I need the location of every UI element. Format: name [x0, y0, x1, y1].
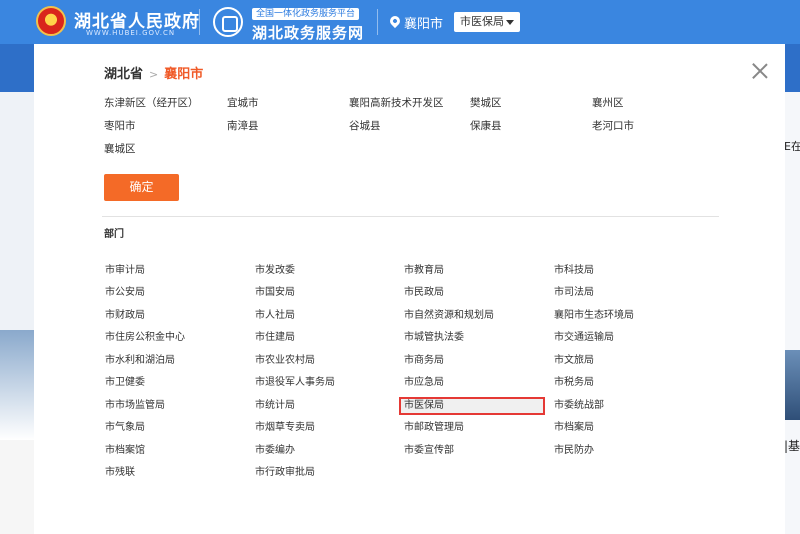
department-item[interactable]: 市公安局 — [102, 284, 145, 302]
department-item[interactable]: 市国安局 — [252, 284, 295, 302]
district-item[interactable]: 保康县 — [470, 118, 502, 133]
gov-service-logo-icon — [213, 7, 243, 37]
department-item[interactable]: 市司法局 — [551, 284, 594, 302]
department-item[interactable]: 市文旅局 — [551, 352, 594, 370]
department-item[interactable]: 市科技局 — [551, 262, 594, 280]
department-item[interactable]: 市残联 — [102, 464, 135, 482]
department-select-value: 市医保局 — [460, 15, 504, 28]
header-divider — [377, 9, 378, 35]
location-pin-icon — [387, 13, 403, 29]
district-item[interactable]: 东津新区（经开区） — [104, 95, 199, 110]
district-item[interactable]: 南漳县 — [227, 118, 259, 133]
district-item[interactable]: 宜城市 — [227, 95, 259, 110]
caret-down-icon — [506, 20, 514, 25]
department-item[interactable]: 市农业农村局 — [252, 352, 315, 370]
department-item[interactable]: 市人社局 — [252, 307, 295, 325]
department-item[interactable]: 市住房公积金中心 — [102, 329, 185, 347]
department-item[interactable]: 市教育局 — [401, 262, 444, 280]
department-item[interactable]: 市水利和湖泊局 — [102, 352, 175, 370]
platform-tag: 全国一体化政务服务平台 — [252, 8, 360, 20]
breadcrumb-separator: > — [149, 68, 159, 81]
background-text: E在 — [784, 140, 800, 153]
department-heading: 部门 — [104, 229, 124, 240]
confirm-button[interactable]: 确定 — [104, 174, 179, 201]
platform-name[interactable]: 湖北政务服务网 — [252, 22, 364, 43]
header-divider — [199, 9, 200, 35]
department-item[interactable]: 市财政局 — [102, 307, 145, 325]
department-item[interactable]: 市委统战部 — [551, 397, 604, 415]
department-item[interactable]: 市交通运输局 — [551, 329, 614, 347]
department-item[interactable]: 市档案馆 — [102, 442, 145, 460]
location-city[interactable]: 襄阳市 — [404, 13, 443, 32]
district-item[interactable]: 襄阳高新技术开发区 — [349, 95, 444, 110]
district-item[interactable]: 枣阳市 — [104, 118, 136, 133]
background-left-image — [0, 330, 34, 440]
breadcrumb: 湖北省 > 襄阳市 — [104, 63, 203, 82]
department-item[interactable]: 市委编办 — [252, 442, 295, 460]
department-item[interactable]: 市民政局 — [401, 284, 444, 302]
department-item[interactable]: 市行政审批局 — [252, 464, 315, 482]
department-item[interactable]: 市税务局 — [551, 374, 594, 392]
close-icon[interactable] — [751, 62, 769, 80]
department-item[interactable]: 市自然资源和规划局 — [401, 307, 494, 325]
department-item-selected[interactable]: 市医保局 — [399, 397, 545, 415]
department-item[interactable]: 市退役军人事务局 — [252, 374, 335, 392]
district-item[interactable]: 老河口市 — [592, 118, 634, 133]
department-item[interactable]: 市统计局 — [252, 397, 295, 415]
department-item[interactable]: 市民防办 — [551, 442, 594, 460]
district-item[interactable]: 樊城区 — [470, 95, 502, 110]
district-item[interactable]: 谷城县 — [349, 118, 381, 133]
department-item[interactable]: 市市场监管局 — [102, 397, 165, 415]
department-item[interactable]: 市卫健委 — [102, 374, 145, 392]
top-header: 湖北省人民政府 WWW.HUBEI.GOV.CN 全国一体化政务服务平台 湖北政… — [0, 0, 800, 44]
section-divider — [102, 216, 719, 217]
background-text: |基 — [784, 439, 800, 453]
department-item[interactable]: 市商务局 — [401, 352, 444, 370]
department-item[interactable]: 市气象局 — [102, 419, 145, 437]
department-select[interactable]: 市医保局 — [454, 12, 520, 32]
department-item[interactable]: 市应急局 — [401, 374, 444, 392]
department-item[interactable]: 市烟草专卖局 — [252, 419, 315, 437]
department-item[interactable]: 市住建局 — [252, 329, 295, 347]
department-item[interactable]: 市档案局 — [551, 419, 594, 437]
district-item[interactable]: 襄城区 — [104, 141, 136, 156]
department-item[interactable]: 市发改委 — [252, 262, 295, 280]
department-item[interactable]: 市邮政管理局 — [401, 419, 464, 437]
site-url: WWW.HUBEI.GOV.CN — [86, 29, 176, 37]
region-department-picker: 湖北省 > 襄阳市 东津新区（经开区） 宜城市 襄阳高新技术开发区 樊城区 襄州区 … — [34, 44, 785, 534]
background-left-bottom — [0, 440, 34, 534]
district-item[interactable]: 襄州区 — [592, 95, 624, 110]
breadcrumb-city[interactable]: 襄阳市 — [164, 67, 203, 82]
department-item[interactable]: 市委宣传部 — [401, 442, 454, 460]
department-item[interactable]: 市审计局 — [102, 262, 145, 280]
breadcrumb-province[interactable]: 湖北省 — [104, 67, 143, 82]
department-item[interactable]: 市城管执法委 — [401, 329, 464, 347]
national-emblem-icon — [36, 6, 66, 36]
department-item[interactable]: 襄阳市生态环境局 — [551, 307, 634, 325]
